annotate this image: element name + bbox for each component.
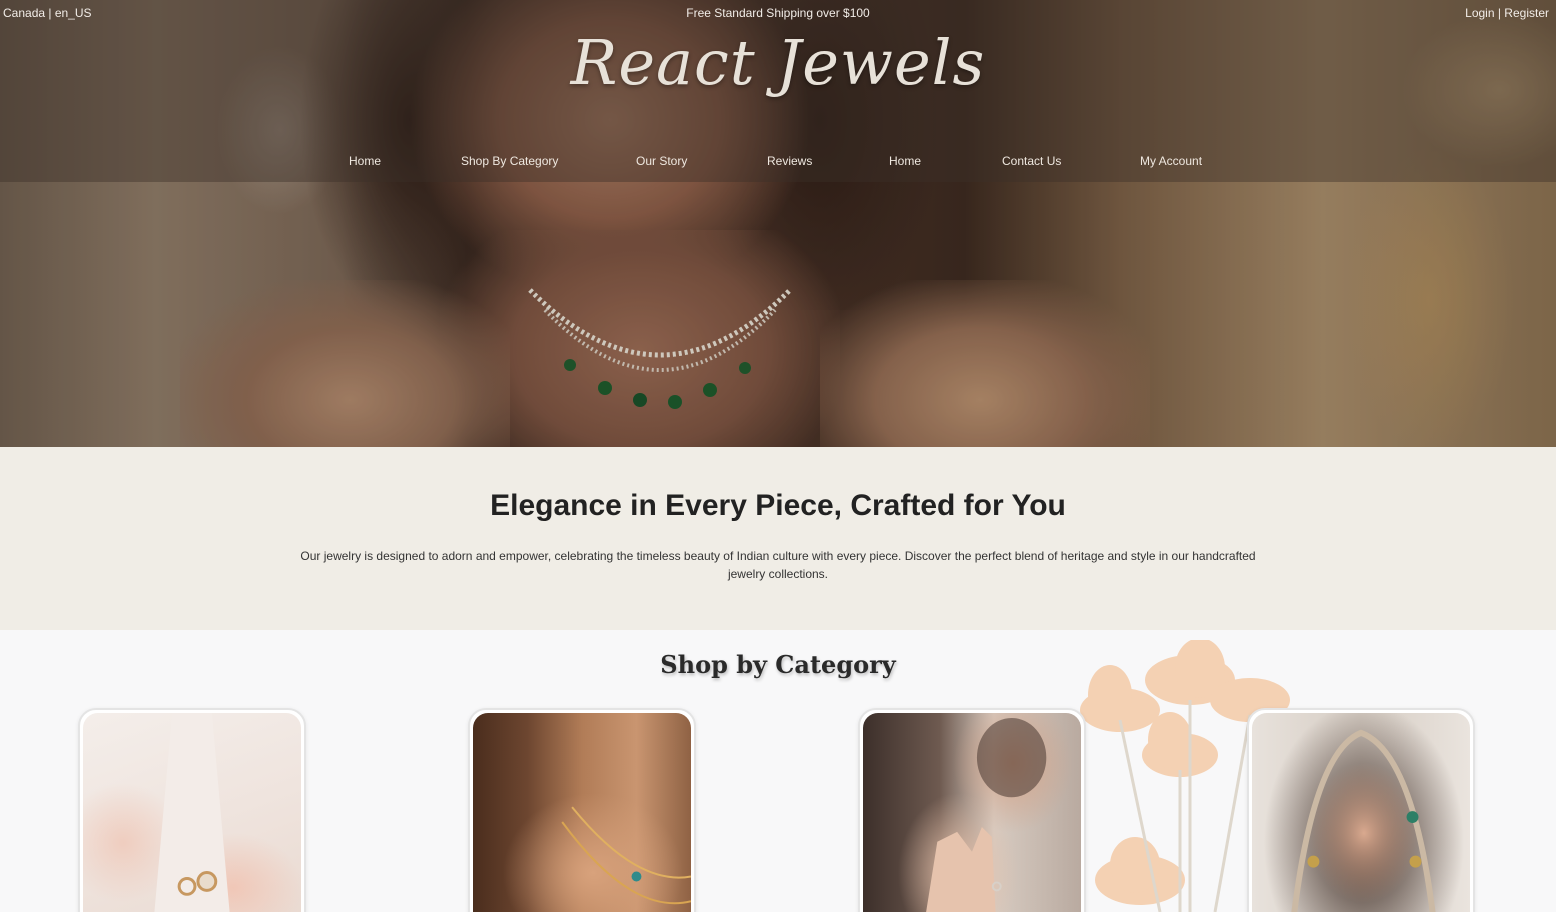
- nav-item-reviews[interactable]: Reviews: [767, 154, 812, 168]
- nav-item-home[interactable]: Home: [349, 154, 381, 168]
- intro-section: Elegance in Every Piece, Crafted for You…: [0, 447, 1556, 630]
- category-card-rings[interactable]: [78, 708, 306, 912]
- intro-text: Our jewelry is designed to adorn and emp…: [300, 549, 1256, 581]
- nav-item-home-2[interactable]: Home: [889, 154, 921, 168]
- category-card-bridal[interactable]: [1247, 708, 1475, 912]
- nav-item-our-story[interactable]: Our Story: [636, 154, 687, 168]
- category-card-engagement-rings[interactable]: [858, 708, 1086, 912]
- category-image-couple: [863, 713, 1081, 912]
- site-header: Canada | en_US Free Standard Shipping ov…: [0, 0, 1556, 182]
- nav-item-shop-by-category[interactable]: Shop By Category: [461, 154, 558, 168]
- site-logo[interactable]: React Jewels: [0, 26, 1556, 99]
- category-card-necklaces[interactable]: [468, 708, 696, 912]
- shop-by-category-section: Shop by Category: [0, 630, 1556, 912]
- category-image-necklaces: [473, 713, 691, 912]
- intro-title: Elegance in Every Piece, Crafted for You: [490, 489, 1066, 522]
- nav-item-contact-us[interactable]: Contact Us: [1002, 154, 1061, 168]
- shipping-banner: Free Standard Shipping over $100: [686, 6, 870, 20]
- category-section-title: Shop by Category: [660, 650, 896, 679]
- nav-item-my-account[interactable]: My Account: [1140, 154, 1202, 168]
- category-image-rings: [83, 713, 301, 912]
- main-nav: Home Shop By Category Our Story Reviews …: [0, 154, 1556, 172]
- login-register-link[interactable]: Login | Register: [1465, 6, 1549, 20]
- category-image-bride: [1252, 713, 1470, 912]
